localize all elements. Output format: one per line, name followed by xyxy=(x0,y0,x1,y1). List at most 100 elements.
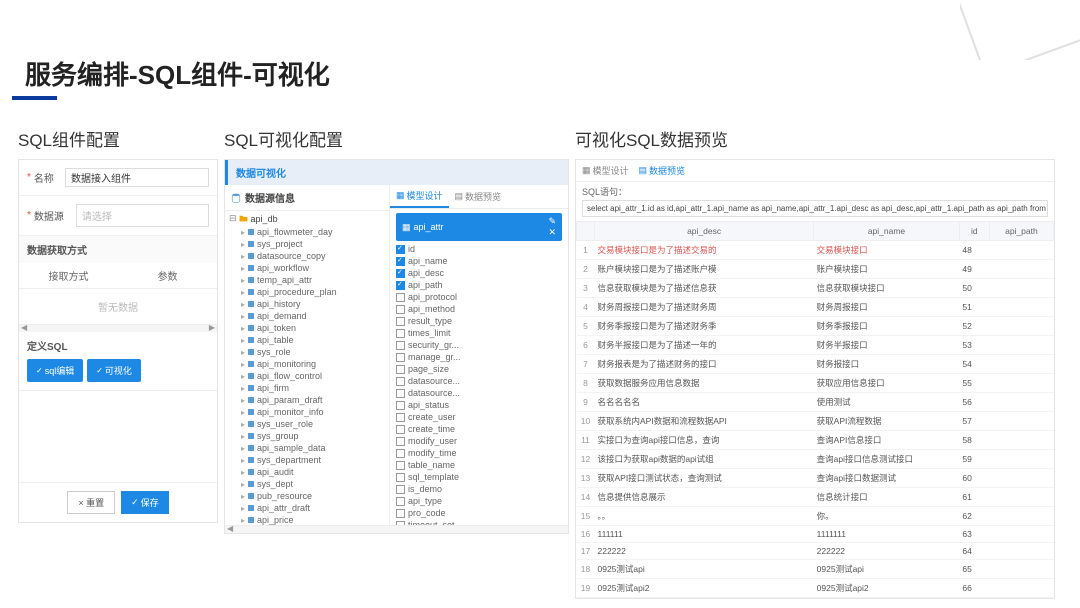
checkbox-icon[interactable] xyxy=(396,281,405,290)
hscroll[interactable] xyxy=(19,324,217,332)
field-item[interactable]: result_type xyxy=(396,315,562,327)
table-item[interactable]: sys_group xyxy=(225,430,389,442)
table-item[interactable]: sys_dept xyxy=(225,478,389,490)
close-icon[interactable]: ✕ xyxy=(548,227,556,237)
field-item[interactable]: modify_user xyxy=(396,435,562,447)
name-input[interactable] xyxy=(65,168,209,187)
edit-icon[interactable]: ✎ xyxy=(548,216,556,227)
table-item[interactable]: api_procedure_plan xyxy=(225,286,389,298)
checkbox-icon[interactable] xyxy=(396,245,405,254)
checkbox-icon[interactable] xyxy=(396,257,405,266)
field-item[interactable]: pro_code xyxy=(396,507,562,519)
checkbox-icon[interactable] xyxy=(396,509,405,518)
field-item[interactable]: datasource... xyxy=(396,375,562,387)
checkbox-icon[interactable] xyxy=(396,473,405,482)
field-item[interactable]: create_time xyxy=(396,423,562,435)
checkbox-icon[interactable] xyxy=(396,389,405,398)
table-item[interactable]: api_workflow xyxy=(225,262,389,274)
table-item[interactable]: api_history xyxy=(225,298,389,310)
tab-data-preview[interactable]: ▤数据预览 xyxy=(449,185,508,208)
checkbox-icon[interactable] xyxy=(396,461,405,470)
table-row[interactable]: 7财务报表是为了描述财务的接口财务报接口54 xyxy=(577,355,1054,374)
field-item[interactable]: api_method xyxy=(396,303,562,315)
checkbox-icon[interactable] xyxy=(396,329,405,338)
col-header[interactable] xyxy=(577,222,595,241)
col-header[interactable]: api_path xyxy=(989,222,1053,241)
field-item[interactable]: manage_gr... xyxy=(396,351,562,363)
tab-model-design[interactable]: ▦模型设计 xyxy=(390,185,449,208)
checkbox-icon[interactable] xyxy=(396,413,405,422)
db-root[interactable]: ⊟ api_db xyxy=(225,211,389,226)
checkbox-icon[interactable] xyxy=(396,437,405,446)
field-item[interactable]: datasource... xyxy=(396,387,562,399)
table-item[interactable]: api_firm xyxy=(225,382,389,394)
table-row[interactable]: 190925测试api20925测试api266 xyxy=(577,579,1054,598)
table-row[interactable]: 1交易模块接口是为了描述交易的交易模块接口48 xyxy=(577,241,1054,260)
tab-fetch-method[interactable]: 接取方式 xyxy=(19,263,118,289)
table-row[interactable]: 4财务周报接口是为了描述财务周财务周报接口51 xyxy=(577,298,1054,317)
checkbox-icon[interactable] xyxy=(396,365,405,374)
btn-visual[interactable]: ✓可视化 xyxy=(87,359,141,382)
table-row[interactable]: 3信息获取模块是为了描述信息获信息获取模块接口50 xyxy=(577,279,1054,298)
table-row[interactable]: 9名名名名名使用测试56 xyxy=(577,393,1054,412)
field-item[interactable]: is_demo xyxy=(396,483,562,495)
table-row[interactable]: 6财务半报接口是为了描述一年的财务半报接口53 xyxy=(577,336,1054,355)
table-item[interactable]: api_flow_control xyxy=(225,370,389,382)
table-item[interactable]: api_monitoring xyxy=(225,358,389,370)
table-item[interactable]: api_price xyxy=(225,514,389,525)
field-item[interactable]: api_status xyxy=(396,399,562,411)
table-row[interactable]: 180925测试api0925测试api65 xyxy=(577,560,1054,579)
table-item[interactable]: api_monitor_info xyxy=(225,406,389,418)
field-item[interactable]: times_limit xyxy=(396,327,562,339)
field-item[interactable]: api_name xyxy=(396,255,562,267)
table-item[interactable]: api_attr_draft xyxy=(225,502,389,514)
checkbox-icon[interactable] xyxy=(396,401,405,410)
field-item[interactable]: sql_template xyxy=(396,471,562,483)
field-item[interactable]: api_desc xyxy=(396,267,562,279)
checkbox-icon[interactable] xyxy=(396,377,405,386)
sql-editor-area[interactable] xyxy=(19,390,217,482)
table-item[interactable]: sys_user_role xyxy=(225,418,389,430)
table-item[interactable]: pub_resource xyxy=(225,490,389,502)
field-item[interactable]: id xyxy=(396,243,562,255)
tab-model-design[interactable]: ▦模型设计 xyxy=(582,164,629,177)
col-header[interactable]: api_desc xyxy=(595,222,814,241)
checkbox-icon[interactable] xyxy=(396,341,405,350)
table-item[interactable]: api_table xyxy=(225,334,389,346)
checkbox-icon[interactable] xyxy=(396,293,405,302)
checkbox-icon[interactable] xyxy=(396,449,405,458)
field-item[interactable]: page_size xyxy=(396,363,562,375)
table-item[interactable]: sys_role xyxy=(225,346,389,358)
table-row[interactable]: 12该接口为获取api数据的api试组查询api接口信息测试接口59 xyxy=(577,450,1054,469)
checkbox-icon[interactable] xyxy=(396,317,405,326)
table-row[interactable]: 1722222222222264 xyxy=(577,543,1054,560)
table-row[interactable]: 15。。你。62 xyxy=(577,507,1054,526)
sql-text[interactable]: select api_attr_1.id as id,api_attr_1.ap… xyxy=(582,200,1048,217)
table-row[interactable]: 13获取API接口测试状态，查询测试查询api接口数据测试60 xyxy=(577,469,1054,488)
table-row[interactable]: 8获取数据服务应用信息数据获取应用信息接口55 xyxy=(577,374,1054,393)
btn-sql-edit[interactable]: ✓sql编辑 xyxy=(27,359,83,382)
table-row[interactable]: 16111111111111163 xyxy=(577,526,1054,543)
col-header[interactable]: api_name xyxy=(814,222,960,241)
reset-button[interactable]: × 重置 xyxy=(67,491,115,514)
table-item[interactable]: api_param_draft xyxy=(225,394,389,406)
field-item[interactable]: create_user xyxy=(396,411,562,423)
table-row[interactable]: 10获取系统内API数据和流程数据API获取API流程数据57 xyxy=(577,412,1054,431)
field-item[interactable]: api_type xyxy=(396,495,562,507)
save-button[interactable]: ✓保存 xyxy=(121,491,169,514)
table-item[interactable]: datasource_copy xyxy=(225,250,389,262)
tab-param[interactable]: 参数 xyxy=(118,263,217,289)
table-item[interactable]: api_sample_data xyxy=(225,442,389,454)
tab-data-preview[interactable]: ▤数据预览 xyxy=(639,164,686,177)
checkbox-icon[interactable] xyxy=(396,269,405,278)
table-item[interactable]: api_token xyxy=(225,322,389,334)
field-item[interactable]: api_path xyxy=(396,279,562,291)
table-item[interactable]: sys_department xyxy=(225,454,389,466)
field-item[interactable]: table_name xyxy=(396,459,562,471)
table-item[interactable]: api_demand xyxy=(225,310,389,322)
table-item[interactable]: temp_api_attr xyxy=(225,274,389,286)
table-item[interactable]: sys_project xyxy=(225,238,389,250)
checkbox-icon[interactable] xyxy=(396,425,405,434)
table-row[interactable]: 2账户模块接口是为了描述账户模账户模块接口49 xyxy=(577,260,1054,279)
field-item[interactable]: api_protocol xyxy=(396,291,562,303)
